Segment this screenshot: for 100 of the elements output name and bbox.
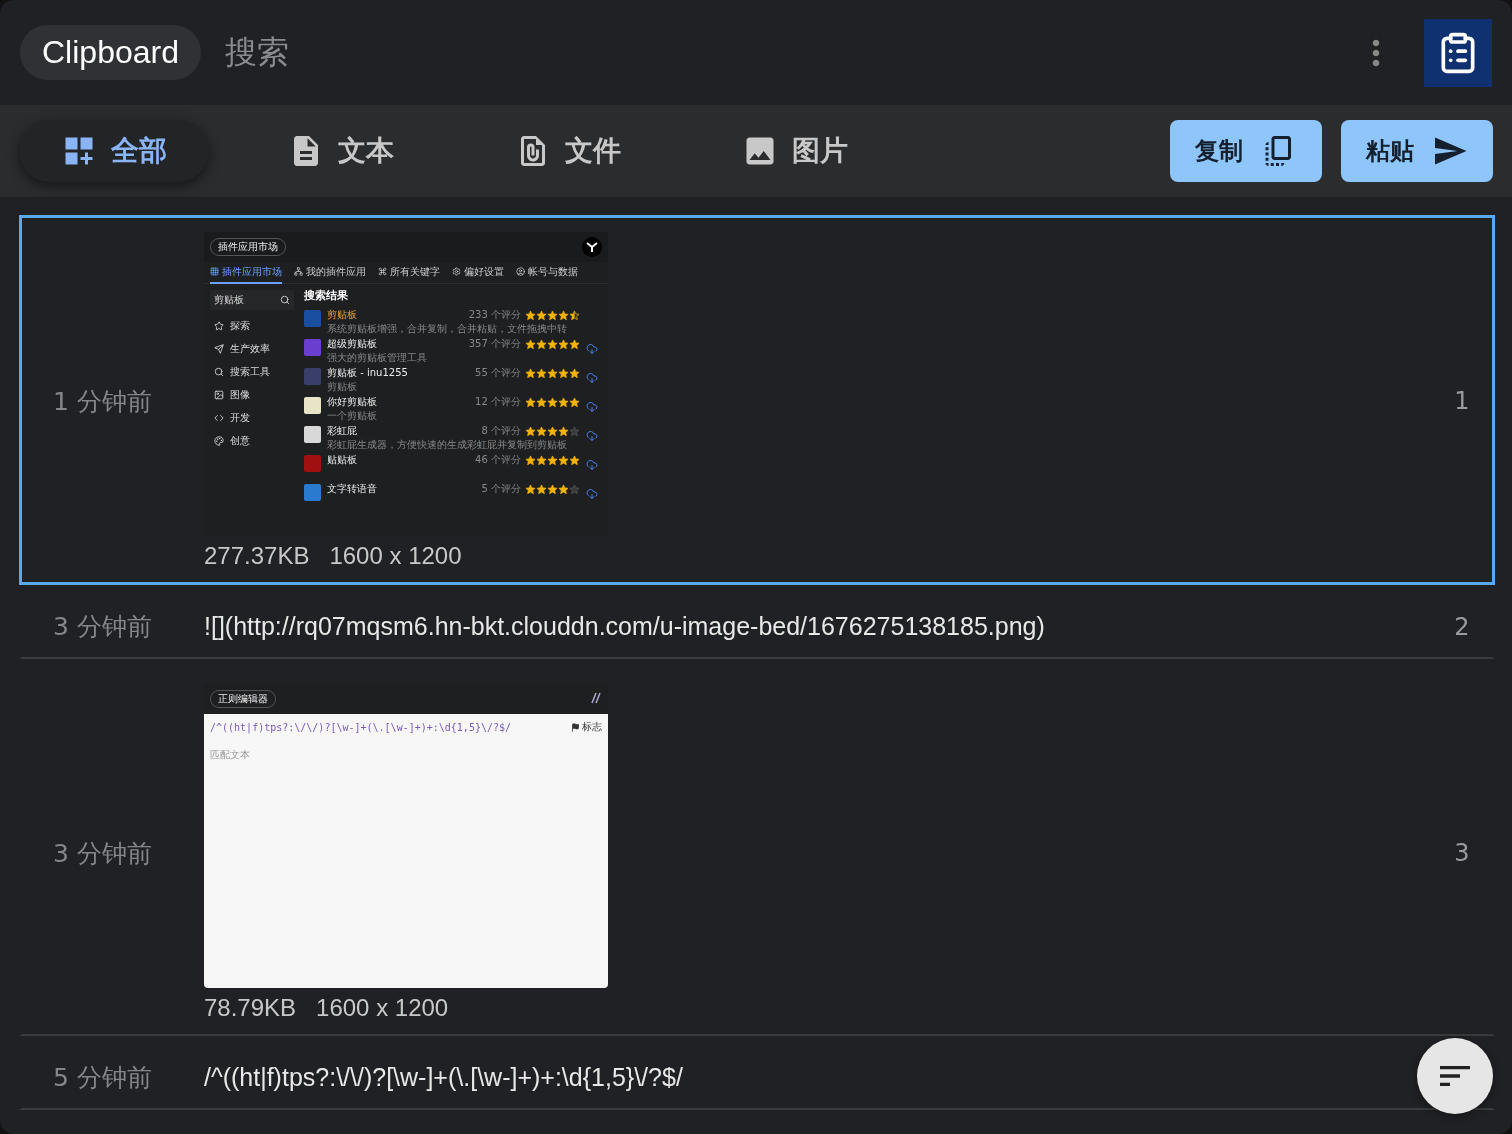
app-tab[interactable]: 偏好设置: [452, 261, 504, 284]
cloud-download-icon[interactable]: [586, 430, 598, 442]
regex-pattern: /^((ht|f)tps?:\/\/)?[\w-]+(\.[\w-]+)+:\d{1,5}\/?$/: [210, 721, 512, 733]
app-tab[interactable]: 我的插件应用: [294, 261, 366, 284]
regex-logo-icon: [590, 692, 602, 706]
clipboard-button[interactable]: [1424, 18, 1492, 87]
grid-icon: [210, 267, 219, 276]
item-text: ![](http://rq07mqsm6.hn-bkt.clouddn.com/u-image-bed/1676275138185.png): [204, 612, 1046, 641]
palette-icon: [214, 436, 224, 446]
cloud-download-icon[interactable]: [586, 488, 598, 500]
star-icon: [536, 483, 547, 495]
rating-count: 233 个评分: [468, 308, 521, 322]
star-icon: [536, 367, 547, 379]
empty-star-icon: [569, 483, 580, 495]
item-index: 1: [1454, 387, 1470, 415]
star-icon: [547, 454, 558, 466]
star-icon: [569, 454, 580, 466]
item-time: 5 分钟前: [52, 1062, 153, 1094]
clipboard-item[interactable]: 3 分钟前 正则编辑器 /^((ht|f)tps?:\/\/)?[\w-]+(\.[\w-]+)+:\d{1,5}\/?$/ 标志 匹配文本 78.79KB 1600 x 1200 3: [19, 667, 1495, 1036]
star-icon: [547, 309, 558, 321]
sidebar-item[interactable]: 生产效率: [210, 342, 294, 356]
star-icon: [547, 338, 558, 350]
search-icon: [214, 367, 224, 377]
star-icon: [558, 425, 569, 437]
sidebar-item[interactable]: 开发: [210, 411, 294, 425]
cloud-download-icon[interactable]: [586, 401, 598, 413]
plugin-title[interactable]: 剪贴板 - inu1255: [327, 366, 408, 380]
plugin-title[interactable]: 你好剪贴板: [327, 395, 377, 409]
filter-tab[interactable]: 全部: [19, 120, 209, 182]
rating-count: 357 个评分: [468, 337, 521, 351]
plugin-description: 剪贴板: [327, 380, 358, 394]
star-icon: [536, 396, 547, 408]
user-icon: [516, 267, 525, 276]
star-icon: [525, 396, 536, 408]
empty-star-icon: [569, 425, 580, 437]
sidebar-item[interactable]: 探索: [210, 319, 294, 333]
action-button[interactable]: 粘贴: [1341, 120, 1493, 182]
logo-icon: [582, 237, 602, 257]
star-icon: [536, 454, 547, 466]
star-icon: [525, 338, 536, 350]
rating-count: 8 个评分: [481, 424, 521, 438]
item-text: /^((ht|f)tps?:\/\/)?[\w-]+(\.[\w-]+)+:\d{1,5}\/?$/: [204, 1063, 684, 1092]
app-tab[interactable]: 帐号与数据: [516, 261, 578, 284]
cloud-download-icon[interactable]: [586, 372, 598, 384]
sidebar-item[interactable]: 图像: [210, 388, 294, 402]
rating-count: 5 个评分: [481, 482, 521, 496]
search-icon: [280, 295, 290, 305]
plugin-title[interactable]: 文字转语音: [327, 482, 377, 496]
plugin-description: 系统剪贴板增强，合并复制，合并粘贴，文件拖拽中转: [327, 322, 568, 336]
clipboard-item[interactable]: 3 分钟前 ![](http://rq07mqsm6.hn-bkt.clouddn.com/u-image-bed/1676275138185.png) 2: [19, 593, 1495, 659]
star-icon: [569, 396, 580, 408]
item-time: 3 分钟前: [52, 611, 153, 643]
app-title: Clipboard: [20, 25, 201, 80]
plugin-title[interactable]: 彩虹屁: [327, 424, 357, 438]
star-icon: [536, 309, 547, 321]
filter-tab[interactable]: 图片: [700, 120, 890, 182]
sidebar-item[interactable]: 创意: [210, 434, 294, 448]
star-icon: [214, 321, 224, 331]
star-icon: [525, 483, 536, 495]
nodes-icon: [294, 267, 303, 276]
star-icon: [536, 338, 547, 350]
plugin-title[interactable]: 贴贴板: [327, 453, 357, 467]
star-icon: [558, 454, 569, 466]
star-icon: [558, 338, 569, 350]
filter-tab[interactable]: 文本: [246, 120, 436, 182]
search-field[interactable]: 剪贴板: [210, 290, 294, 310]
command-icon: [378, 267, 387, 276]
app-tab[interactable]: 所有关键字: [378, 261, 440, 284]
clipboard-item[interactable]: [19, 215, 1495, 585]
action-button[interactable]: 复制: [1170, 120, 1322, 182]
star-icon: [558, 367, 569, 379]
cloud-download-icon[interactable]: [586, 343, 598, 355]
sidebar-item[interactable]: 搜索工具: [210, 365, 294, 379]
star-icon: [536, 425, 547, 437]
rating-count: 12 个评分: [475, 395, 521, 409]
star-icon: [547, 483, 558, 495]
star-icon: [569, 338, 580, 350]
flag-icon: [571, 722, 580, 732]
send-icon: [214, 344, 224, 354]
star-icon: [558, 396, 569, 408]
plugin-title[interactable]: 剪贴板: [327, 308, 357, 322]
star-icon: [525, 367, 536, 379]
image-icon: [214, 390, 224, 400]
star-icon: [525, 309, 536, 321]
star-icon: [558, 483, 569, 495]
flags-button[interactable]: 标志: [571, 720, 602, 734]
cloud-download-icon[interactable]: [586, 459, 598, 471]
image-dimensions: 1600 x 1200: [329, 542, 462, 570]
item-index: 2: [1454, 612, 1470, 641]
star-icon: [547, 367, 558, 379]
half-star-icon: [569, 309, 580, 321]
app-tab[interactable]: 插件应用市场: [210, 261, 282, 284]
rating-count: 55 个评分: [475, 366, 521, 380]
search-field[interactable]: 搜索: [224, 30, 1332, 75]
filter-tab[interactable]: 文件: [473, 120, 663, 182]
plugin-title[interactable]: 超级剪贴板: [327, 337, 377, 351]
file-size: 277.37KB: [204, 542, 310, 570]
item-time: 1 分钟前: [52, 385, 153, 418]
settings-icon: [452, 267, 461, 276]
star-icon: [547, 425, 558, 437]
